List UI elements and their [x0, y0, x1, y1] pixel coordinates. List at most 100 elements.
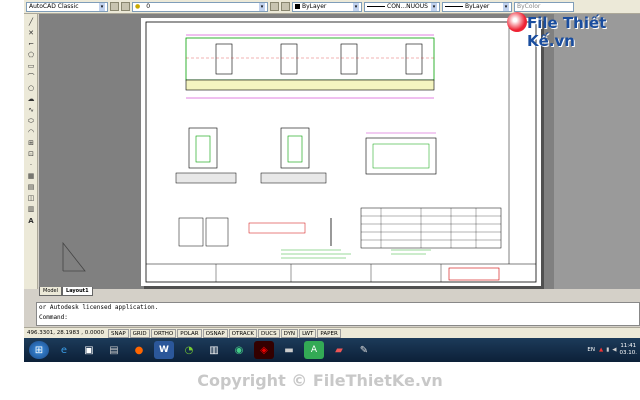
main-elevation-view — [185, 34, 435, 99]
system-tray: EN ▲ ▮ ◀ 11:41 03.10. — [587, 343, 640, 357]
ducs-toggle[interactable]: DUCS — [258, 328, 280, 338]
draw-tool-palette: ╱ ✕ ⌐ ⬠ ▭ ⌒ ○ ☁ ∿ ⬭ ◠ ⊞ ⊡ · ▦ ▤ ◫ ▥ A — [24, 14, 38, 289]
autocad-window: AutoCAD Classic ▾ ● 0 ▾ ByLayer ▾ CON...… — [24, 0, 640, 362]
workspace-dropdown[interactable]: AutoCAD Classic ▾ — [26, 1, 108, 12]
chevron-down-icon: ▾ — [431, 2, 437, 11]
plotstyle-dropdown[interactable]: ByColor — [514, 1, 574, 12]
layer-dropdown[interactable]: ● 0 ▾ — [132, 1, 268, 12]
osnap-toggle[interactable]: OSNAP — [202, 328, 228, 338]
app-a-icon[interactable]: A — [304, 341, 324, 359]
lineweight-value: ByLayer — [465, 3, 490, 10]
volume-icon[interactable]: ◀ — [612, 347, 616, 353]
ortho-toggle[interactable]: ORTHO — [150, 328, 177, 338]
color-swatch — [295, 4, 300, 9]
drawing-canvas[interactable] — [39, 14, 640, 289]
snap-toggle[interactable]: SNAP — [107, 328, 129, 338]
color-value: ByLayer — [302, 3, 327, 10]
app-green-icon[interactable]: ◔ — [179, 341, 199, 359]
polar-toggle[interactable]: POLAR — [177, 328, 202, 338]
revision-cloud-icon[interactable]: ☁ — [27, 95, 35, 103]
lwt-toggle[interactable]: LWT — [299, 328, 317, 338]
language-indicator[interactable]: EN — [587, 347, 595, 353]
hatch-tool-icon[interactable]: ▦ — [27, 172, 35, 180]
tab-model[interactable]: Model — [39, 287, 63, 296]
clock-date: 03.10. — [619, 350, 638, 356]
spline-tool-icon[interactable]: ∿ — [27, 106, 35, 114]
material-schedule-table — [360, 207, 502, 249]
lineweight-sample — [445, 6, 463, 7]
plate-plan-view — [365, 132, 437, 175]
chrome-icon[interactable]: ◉ — [229, 341, 249, 359]
paper-toggle[interactable]: PAPER — [317, 328, 341, 338]
make-current-icon[interactable] — [270, 2, 279, 11]
general-notes — [281, 249, 431, 259]
insert-block-icon[interactable]: ⊞ — [27, 139, 35, 147]
detail-views-row — [178, 217, 332, 247]
point-tool-icon[interactable]: · — [27, 161, 35, 169]
cad-drawing — [145, 21, 537, 283]
arc-tool-icon[interactable]: ⌒ — [27, 73, 35, 81]
folder-icon[interactable]: ▤ — [104, 341, 124, 359]
tab-layout1[interactable]: Layout1 — [62, 287, 93, 296]
ucs-icon — [59, 239, 89, 275]
linetype-sample — [367, 6, 385, 7]
paint-icon[interactable]: ✎ — [354, 341, 374, 359]
color-dropdown[interactable]: ByLayer ▾ — [292, 1, 362, 12]
layer-manager-icon[interactable] — [121, 2, 130, 11]
watermark-logo-icon — [507, 12, 527, 32]
network-icon[interactable]: ▮ — [606, 347, 609, 353]
make-block-icon[interactable]: ⊡ — [27, 150, 35, 158]
plotstyle-value: ByColor — [517, 3, 541, 10]
polygon-tool-icon[interactable]: ⬠ — [27, 51, 35, 59]
linetype-dropdown[interactable]: CON...NUOUS ▾ — [364, 1, 440, 12]
chevron-down-icon: ▾ — [503, 2, 509, 11]
status-bar: 496.3301, 28.1983 , 0.0000 SNAP GRID ORT… — [24, 327, 640, 338]
layer-previous-icon[interactable] — [281, 2, 290, 11]
line-tool-icon[interactable]: ╱ — [27, 18, 35, 26]
section-view-center — [260, 127, 327, 184]
windows-start-icon[interactable]: ⊞ — [29, 341, 49, 359]
internet-explorer-icon[interactable]: e — [54, 341, 74, 359]
layer-value: 0 — [146, 3, 151, 10]
construction-line-icon[interactable]: ✕ — [27, 29, 35, 37]
gear-icon[interactable] — [110, 2, 119, 11]
copyright-watermark: Copyright © FileThietKe.vn — [197, 371, 443, 390]
multiline-text-icon[interactable]: A — [27, 217, 35, 225]
dyn-toggle[interactable]: DYN — [280, 328, 299, 338]
scanner-icon[interactable]: ▥ — [204, 341, 224, 359]
ellipse-arc-icon[interactable]: ◠ — [27, 128, 35, 136]
layout-paper-sheet — [141, 18, 541, 286]
autocad-icon[interactable]: ◈ — [254, 341, 274, 359]
video-icon[interactable]: ▬ — [279, 341, 299, 359]
clock-time: 11:41 — [620, 343, 637, 349]
linetype-value: CON...NUOUS — [387, 3, 428, 10]
word-icon[interactable]: W — [154, 341, 174, 359]
region-tool-icon[interactable]: ◫ — [27, 194, 35, 202]
media-player-icon[interactable]: ▣ — [79, 341, 99, 359]
antivirus-icon[interactable]: ▲ — [599, 347, 603, 353]
command-prompt[interactable]: Command: — [37, 313, 639, 323]
layout-tabs: Model Layout1 — [39, 287, 93, 296]
drawing-background-right — [554, 14, 640, 289]
chevron-down-icon: ▾ — [99, 2, 105, 11]
workspace-value: AutoCAD Classic — [29, 3, 79, 10]
otrack-toggle[interactable]: OTRACK — [228, 328, 258, 338]
firefox-icon[interactable]: ● — [129, 341, 149, 359]
circle-tool-icon[interactable]: ○ — [27, 84, 35, 92]
ellipse-tool-icon[interactable]: ⬭ — [27, 117, 35, 125]
watermark-brand: File Thiết Kế.vn — [527, 14, 607, 50]
title-block-logo — [448, 267, 500, 281]
gradient-tool-icon[interactable]: ▤ — [27, 183, 35, 191]
table-tool-icon[interactable]: ▥ — [27, 205, 35, 213]
command-window[interactable]: or Autodesk licensed application. Comman… — [36, 302, 640, 326]
taskbar-clock[interactable]: 11:41 03.10. — [620, 343, 638, 357]
grid-toggle[interactable]: GRID — [129, 328, 150, 338]
lineweight-dropdown[interactable]: ByLayer ▾ — [442, 1, 512, 12]
polyline-tool-icon[interactable]: ⌐ — [27, 40, 35, 48]
lightbulb-icon: ● — [135, 3, 141, 10]
app-red-icon[interactable]: ▰ — [329, 341, 349, 359]
rectangle-tool-icon[interactable]: ▭ — [27, 62, 35, 70]
coordinate-readout[interactable]: 496.3301, 28.1983 , 0.0000 — [24, 330, 107, 336]
properties-toolbar: AutoCAD Classic ▾ ● 0 ▾ ByLayer ▾ CON...… — [24, 0, 640, 14]
command-history: or Autodesk licensed application. — [39, 304, 159, 311]
